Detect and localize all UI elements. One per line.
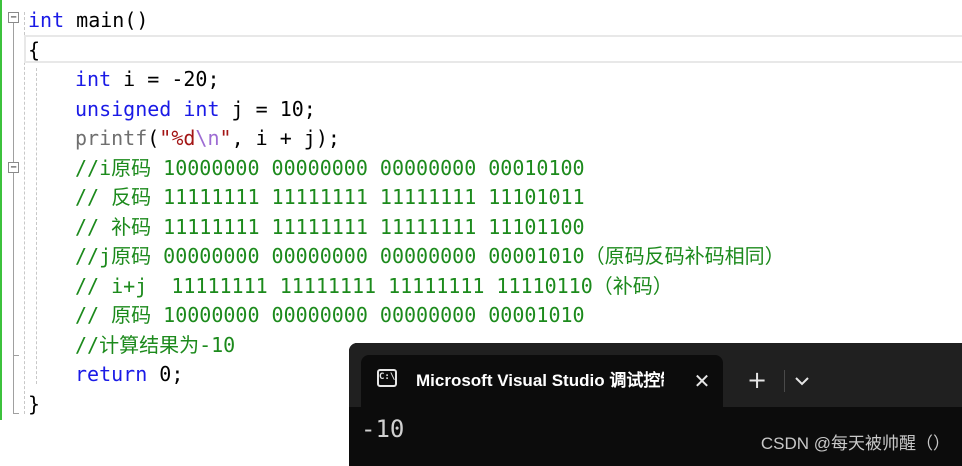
indent-guide-inner [36,68,37,384]
code-token: \n [195,126,220,150]
code-token: return [75,362,148,386]
new-tab-button[interactable]: + [743,366,771,394]
code-token: } [28,391,41,416]
code-line[interactable]: int main() [28,6,148,34]
code-token: "%d [159,126,196,150]
code-token: // i+j 11111111 11111111 11111111 111101… [75,273,673,298]
titlebar-separator [784,370,785,392]
code-line[interactable]: //计算结果为-10 [75,331,235,359]
code-token: 0; [147,362,184,386]
code-token: main() [64,8,149,32]
code-token: i = -20; [111,67,220,91]
code-line[interactable]: // i+j 11111111 11111111 11111111 111101… [75,272,673,300]
code-line[interactable]: // 反码 11111111 11111111 11111111 1110101… [75,183,585,211]
csdn-watermark: CSDN @每天被帅醒（） [760,434,950,453]
console-output: -10 [361,415,405,443]
collapse-main-icon[interactable]: − [8,12,19,23]
code-line[interactable]: { [28,36,40,64]
fold-comment-end [13,355,19,356]
code-token: j = 10; [219,96,316,121]
console-tab-title: Microsoft Visual Studio 调试控制台 [416,371,664,390]
code-line[interactable]: } [28,390,40,418]
code-line[interactable]: int i = -20; [75,65,220,93]
code-token: // 原码 10000000 00000000 00000000 0000101… [75,303,585,327]
code-line[interactable]: // 原码 10000000 00000000 00000000 0000101… [75,301,585,329]
code-token: { [28,37,41,62]
change-tracking-bar [0,0,2,420]
code-token: // 反码 11111111 11111111 11111111 1110101… [75,185,585,209]
current-line-highlight [24,35,962,63]
code-token: int [28,8,65,32]
code-line[interactable]: // 补码 11111111 11111111 11111111 1110110… [75,213,585,241]
code-token: unsigned [75,96,172,121]
terminal-icon: C:\ [377,369,397,387]
code-token: int [75,67,112,91]
code-token: //计算结果为-10 [75,332,236,357]
code-line[interactable]: unsigned int j = 10; [75,95,316,123]
console-tab[interactable]: C:\ Microsoft Visual Studio 调试控制台 ✕ [361,355,723,407]
chevron-down-icon[interactable] [791,370,813,392]
indent-guide-outer [24,12,25,414]
code-token: // 补码 11111111 11111111 11111111 1110110… [75,214,585,239]
debug-console-window[interactable]: C:\ Microsoft Visual Studio 调试控制台 ✕ + -1… [349,343,962,466]
code-token: int [183,96,220,121]
code-token: //j原码 00000000 00000000 00000000 0000101… [75,244,785,268]
close-tab-icon[interactable]: ✕ [688,367,716,395]
code-line[interactable]: //i原码 10000000 00000000 00000000 0001010… [75,154,585,182]
code-token: ( [147,126,160,150]
code-line[interactable]: //j原码 00000000 00000000 00000000 0000101… [75,242,785,270]
code-line[interactable]: return 0; [75,360,183,388]
code-token: //i原码 10000000 00000000 00000000 0001010… [75,155,585,180]
code-token: , i + j); [231,126,340,150]
code-token: " [219,126,232,150]
code-token: printf [75,126,148,150]
code-line[interactable]: printf("%d\n", i + j); [75,124,340,152]
fold-guide-end [13,413,19,414]
collapse-comment-icon[interactable]: − [8,162,19,173]
